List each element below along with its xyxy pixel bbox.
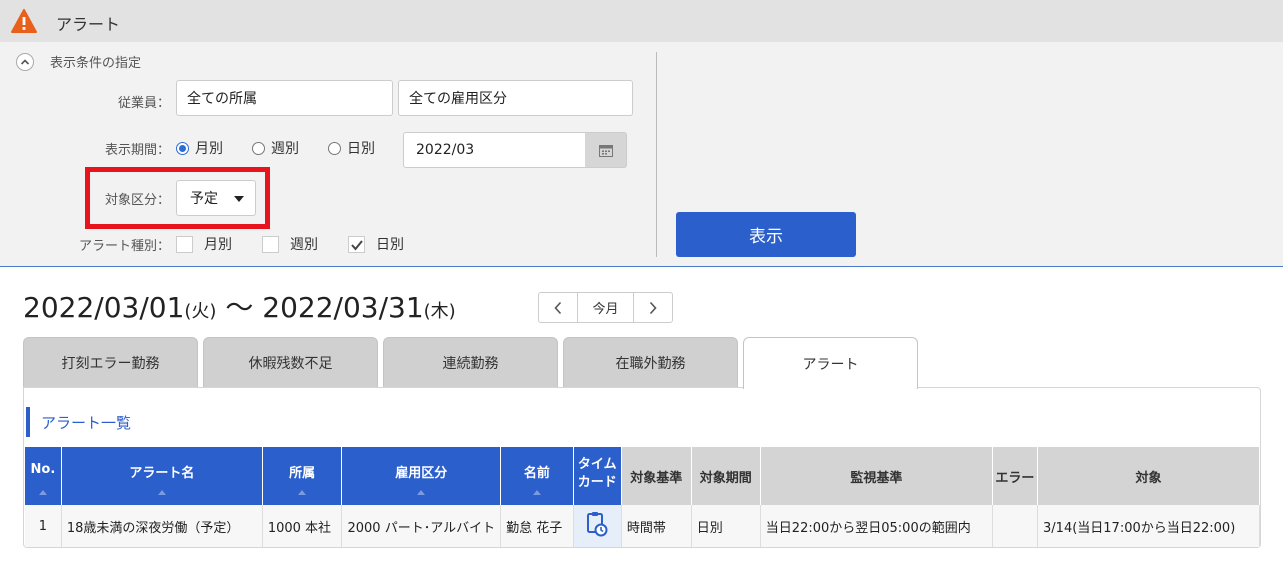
period-weekly-radio[interactable]: 週別 bbox=[252, 138, 299, 158]
checkbox bbox=[262, 235, 279, 253]
chevron-right-icon bbox=[649, 301, 657, 314]
tab-punch-error[interactable]: 打刻エラー勤務 bbox=[23, 337, 198, 387]
sort-icon bbox=[532, 490, 541, 495]
date-range-heading: 2022/03/01(火) 〜 2022/03/31(木) bbox=[23, 291, 456, 324]
cell-basis: 時間帯 bbox=[621, 505, 692, 547]
cell-employment-type: 2000 パート･アルバイト bbox=[341, 505, 502, 547]
affiliation-field[interactable]: 全ての所属 bbox=[176, 80, 393, 116]
alert-type-daily-checkbox[interactable]: 日別 bbox=[348, 234, 404, 254]
month-pager: 今月 bbox=[538, 292, 673, 323]
period-date-input[interactable]: 2022/03 bbox=[403, 132, 586, 168]
collapse-button[interactable] bbox=[16, 53, 34, 71]
period-monthly-radio[interactable]: 月別 bbox=[176, 138, 223, 158]
sort-icon bbox=[38, 490, 47, 495]
col-error: エラー bbox=[992, 447, 1039, 505]
sort-icon bbox=[417, 490, 426, 495]
col-timecard: タイム カード bbox=[573, 447, 622, 505]
cell-alert-name: 18歳未満の深夜労働（予定） bbox=[61, 505, 263, 547]
target-label: 対象区分： bbox=[104, 193, 170, 208]
sort-icon bbox=[157, 490, 166, 495]
check-icon bbox=[351, 239, 363, 251]
alert-type-monthly-checkbox[interactable]: 月別 bbox=[176, 234, 232, 254]
radio-dot bbox=[176, 141, 189, 155]
checkbox bbox=[348, 235, 365, 253]
period-daily-radio[interactable]: 日別 bbox=[328, 138, 375, 158]
filter-panel: 表示条件の指定 従業員： 全ての所属 全ての雇用区分 表示期間： 月別 週別 日… bbox=[0, 42, 1283, 267]
timecard-icon[interactable] bbox=[586, 511, 608, 537]
col-basis: 対象基準 bbox=[621, 447, 692, 505]
cell-timecard[interactable] bbox=[573, 505, 622, 547]
show-button[interactable]: 表示 bbox=[676, 212, 856, 257]
alert-table: No. アラート名 所属 雇用区分 名前 タイム カード 対象基準 対象期間 監… bbox=[25, 447, 1260, 547]
cell-name: 勤怠 花子 bbox=[500, 505, 574, 547]
prev-month-button[interactable] bbox=[539, 293, 577, 322]
table-header-row: No. アラート名 所属 雇用区分 名前 タイム カード 対象基準 対象期間 監… bbox=[25, 447, 1260, 505]
panel-divider bbox=[656, 52, 657, 257]
cell-target: 3/14(当日17:00から当日22:00) bbox=[1037, 505, 1260, 547]
checkbox bbox=[176, 235, 193, 253]
cell-criteria: 当日22:00から翌日05:00の範囲内 bbox=[760, 505, 993, 547]
chevron-left-icon bbox=[554, 301, 562, 314]
employment-type-field[interactable]: 全ての雇用区分 bbox=[398, 80, 633, 116]
calendar-button[interactable] bbox=[585, 132, 627, 168]
tab-consecutive-work[interactable]: 連続勤務 bbox=[383, 337, 558, 387]
this-month-button[interactable]: 今月 bbox=[577, 293, 634, 322]
col-name[interactable]: 名前 bbox=[500, 447, 574, 505]
alert-type-weekly-checkbox[interactable]: 週別 bbox=[262, 234, 318, 254]
tab-outside-employment[interactable]: 在職外勤務 bbox=[563, 337, 738, 387]
col-criteria: 監視基準 bbox=[760, 447, 993, 505]
calendar-icon bbox=[598, 144, 613, 157]
filter-section-label: 表示条件の指定 bbox=[50, 56, 142, 71]
next-month-button[interactable] bbox=[634, 293, 672, 322]
table-row[interactable]: 1 18歳未満の深夜労働（予定） 1000 本社 2000 パート･アルバイト … bbox=[25, 505, 1260, 547]
alert-list-title: アラート一覧 bbox=[26, 407, 131, 437]
col-affiliation[interactable]: 所属 bbox=[262, 447, 343, 505]
col-alert-name[interactable]: アラート名 bbox=[61, 447, 263, 505]
cell-affiliation: 1000 本社 bbox=[262, 505, 343, 547]
page-title: アラート bbox=[56, 15, 121, 34]
radio-dot bbox=[328, 141, 341, 155]
alert-list-card: アラート一覧 No. アラート名 所属 雇用区分 名前 タイム カード 対象基準… bbox=[23, 387, 1261, 548]
alert-type-label: アラート種別： bbox=[78, 239, 170, 254]
tab-alert[interactable]: アラート bbox=[743, 337, 918, 389]
col-no[interactable]: No. bbox=[25, 447, 62, 505]
chevron-up-icon bbox=[20, 59, 30, 65]
title-bar: アラート bbox=[0, 0, 1283, 42]
employee-label: 従業員： bbox=[117, 96, 170, 111]
tab-leave-shortage[interactable]: 休暇残数不足 bbox=[203, 337, 378, 387]
sort-icon bbox=[298, 490, 307, 495]
col-target: 対象 bbox=[1037, 447, 1260, 505]
target-select[interactable]: 予定 bbox=[176, 180, 256, 216]
cell-period: 日別 bbox=[691, 505, 761, 547]
period-label: 表示期間： bbox=[104, 143, 170, 158]
cell-error bbox=[992, 505, 1039, 547]
caret-down-icon bbox=[234, 196, 244, 202]
col-employment-type[interactable]: 雇用区分 bbox=[341, 447, 502, 505]
radio-dot bbox=[252, 141, 265, 155]
col-period: 対象期間 bbox=[691, 447, 761, 505]
cell-no: 1 bbox=[25, 505, 62, 547]
warning-icon bbox=[11, 9, 37, 33]
